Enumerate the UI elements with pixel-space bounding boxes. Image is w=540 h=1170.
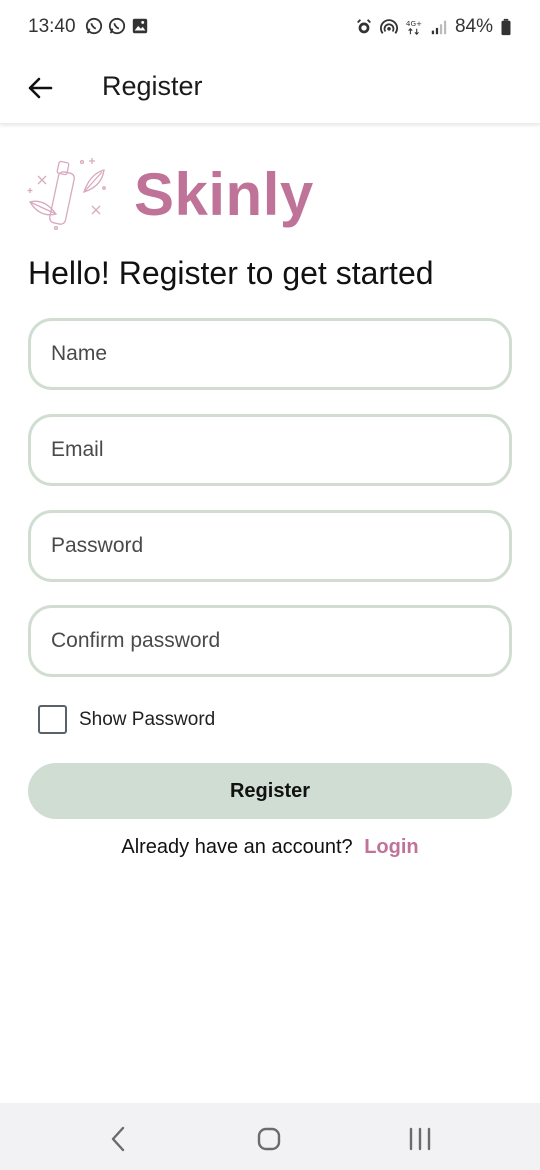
email-input[interactable] xyxy=(31,417,509,483)
battery-icon xyxy=(501,18,511,36)
svg-text:4G+: 4G+ xyxy=(406,19,422,28)
skincare-illustration-icon xyxy=(27,158,106,231)
login-prompt-text: Already have an account? xyxy=(121,836,353,858)
hotspot-icon xyxy=(380,19,398,34)
confirm-password-input[interactable] xyxy=(31,608,509,674)
email-field xyxy=(28,414,512,486)
nav-recents-button[interactable] xyxy=(402,1121,438,1157)
name-field xyxy=(28,318,512,390)
back-nav-icon xyxy=(111,1126,125,1152)
alarm-icon xyxy=(357,19,371,34)
arrow-left-icon xyxy=(28,77,53,99)
gallery-icon xyxy=(132,18,148,34)
system-status: 4G+ 84% xyxy=(355,16,512,38)
system-nav-bar xyxy=(0,1103,540,1170)
login-prompt-row: Already have an account? Login xyxy=(0,836,540,859)
password-input[interactable] xyxy=(31,513,509,579)
show-password-label: Show Password xyxy=(79,708,216,730)
page-title: Register xyxy=(102,71,203,101)
show-password-checkbox[interactable] xyxy=(38,705,67,734)
brand-logo: Skinly xyxy=(26,152,316,236)
status-bar: 13:40 4G+ 84% xyxy=(0,0,540,56)
name-input[interactable] xyxy=(31,321,509,387)
notification-icons xyxy=(85,17,149,35)
nav-back-button[interactable] xyxy=(100,1121,136,1157)
signal-icon xyxy=(431,20,447,35)
password-field xyxy=(28,510,512,582)
brand-name: Skinly xyxy=(134,161,314,228)
form-heading: Hello! Register to get started xyxy=(28,255,434,291)
whatsapp-icon xyxy=(108,17,126,35)
nav-home-button[interactable] xyxy=(251,1121,287,1157)
confirm-password-field xyxy=(28,605,512,677)
back-button[interactable] xyxy=(22,70,58,106)
battery-percent: 84% xyxy=(454,16,493,37)
show-password-toggle[interactable]: Show Password xyxy=(38,705,215,734)
status-time: 13:40 xyxy=(28,16,76,37)
4g-icon: 4G+ xyxy=(406,19,422,35)
register-button[interactable]: Register xyxy=(28,763,512,819)
app-bar: Register xyxy=(0,56,540,124)
whatsapp-icon xyxy=(85,17,103,35)
recents-nav-icon xyxy=(409,1127,431,1151)
home-nav-icon xyxy=(257,1127,281,1151)
login-link[interactable]: Login xyxy=(364,836,418,858)
